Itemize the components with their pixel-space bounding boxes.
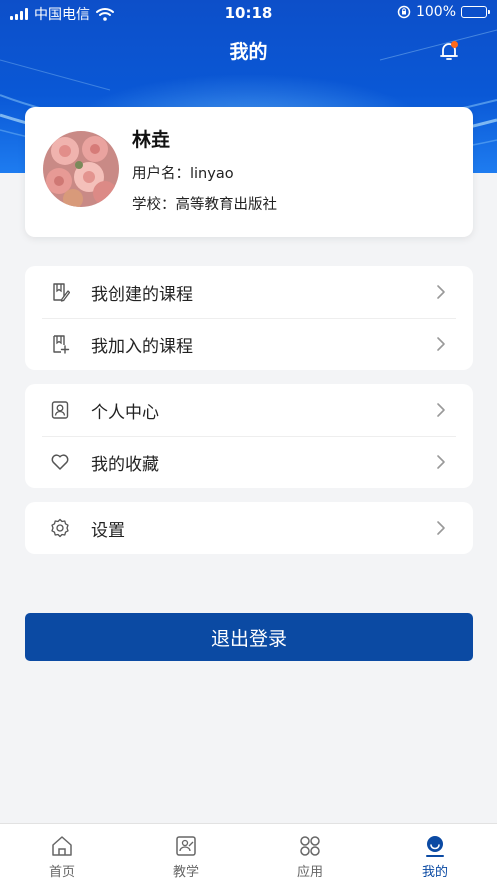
- tab-profile[interactable]: 我的: [373, 824, 497, 883]
- heart-icon: [51, 454, 69, 470]
- person-icon: [51, 401, 69, 419]
- orientation-lock-icon: [397, 5, 411, 19]
- menu-group-settings: 设置: [25, 502, 473, 554]
- tab-label: 应用: [296, 865, 323, 880]
- status-bar: 中国电信 10:18 100%: [0, 0, 497, 26]
- tab-home[interactable]: 首页: [0, 824, 124, 883]
- home-icon: [52, 836, 72, 856]
- notification-badge: [451, 41, 458, 48]
- profile-school: 学校：高等教育出版社: [132, 193, 277, 214]
- menu-item-label: 我的收藏: [91, 454, 159, 475]
- menu-item-joined-courses[interactable]: 我加入的课程: [25, 318, 473, 370]
- tab-label: 我的: [421, 865, 448, 880]
- battery-icon: [461, 6, 490, 18]
- book-add-icon: [53, 335, 70, 354]
- teaching-icon: [176, 836, 196, 856]
- chevron-right-icon: [437, 403, 445, 417]
- username-label: 用户名：: [132, 166, 190, 182]
- tab-apps[interactable]: 应用: [248, 824, 372, 883]
- profile-icon: [426, 836, 444, 857]
- menu-item-settings[interactable]: 设置: [25, 502, 473, 554]
- chevron-right-icon: [437, 521, 445, 535]
- chevron-right-icon: [437, 455, 445, 469]
- tab-label: 首页: [48, 865, 75, 880]
- menu-group-personal: 个人中心 我的收藏: [25, 384, 473, 488]
- page-title: 我的: [229, 41, 268, 63]
- chevron-right-icon: [437, 285, 445, 299]
- profile-name: 林垚: [132, 129, 171, 151]
- avatar[interactable]: [43, 131, 119, 207]
- battery-percent: 100%: [415, 4, 456, 20]
- menu-item-personal-center[interactable]: 个人中心: [25, 384, 473, 436]
- menu-item-label: 我创建的课程: [91, 284, 193, 305]
- profile-username: 用户名：linyao: [132, 162, 234, 183]
- menu-item-label: 设置: [91, 520, 125, 541]
- chevron-right-icon: [437, 337, 445, 351]
- menu-item-created-courses[interactable]: 我创建的课程: [25, 266, 473, 318]
- profile-card[interactable]: 林垚 用户名：linyao 学校：高等教育出版社: [25, 107, 473, 237]
- school-value: 高等教育出版社: [175, 197, 278, 213]
- username-value: linyao: [190, 166, 234, 182]
- gear-icon: [51, 518, 69, 538]
- logout-button[interactable]: 退出登录: [25, 613, 473, 661]
- menu-group-courses: 我创建的课程 我加入的课程: [25, 266, 473, 370]
- menu-item-label: 个人中心: [91, 402, 159, 423]
- school-label: 学校：: [132, 197, 176, 213]
- tab-teaching[interactable]: 教学: [124, 824, 248, 883]
- apps-icon: [300, 836, 320, 856]
- book-edit-icon: [53, 283, 70, 302]
- menu-item-label: 我加入的课程: [91, 336, 193, 357]
- tab-bar: 首页 教学 应用 我的: [0, 823, 497, 883]
- tab-label: 教学: [172, 865, 199, 880]
- menu-item-favorites[interactable]: 我的收藏: [25, 436, 473, 488]
